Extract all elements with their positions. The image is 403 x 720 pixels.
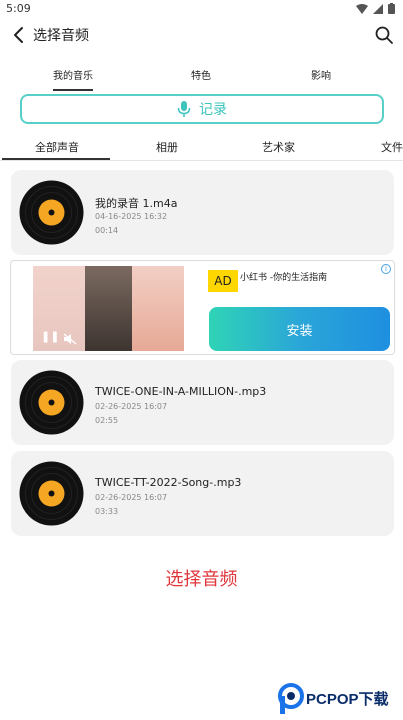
- battery-icon: [388, 3, 395, 14]
- tab-files[interactable]: 文件: [381, 139, 403, 155]
- install-button[interactable]: 安装: [209, 307, 390, 351]
- tab-all-sounds[interactable]: 全部声音: [35, 139, 79, 155]
- ad-image-panel: [132, 266, 184, 351]
- status-icons: [356, 3, 395, 14]
- tab-indicator: [53, 89, 93, 91]
- category-tab-bar: 全部声音 相册 艺术家 文件: [0, 133, 403, 161]
- watermark-text: PCPOP下载: [306, 691, 389, 708]
- tab-effects[interactable]: 影响: [311, 67, 331, 82]
- tab-my-music[interactable]: 我的音乐: [53, 67, 93, 82]
- vinyl-disc-icon: [19, 461, 84, 526]
- record-button[interactable]: 记录: [20, 94, 384, 124]
- ad-title: 小红书 -你的生活指南: [240, 273, 328, 283]
- ad-video[interactable]: ❚❚: [33, 266, 184, 351]
- tab-artists[interactable]: 艺术家: [262, 139, 295, 155]
- ad-image-panel: [85, 266, 132, 351]
- record-button-label: 记录: [199, 102, 227, 118]
- tab-albums[interactable]: 相册: [156, 139, 178, 155]
- audio-list-item[interactable]: 我的录音 1.m4a 04-16-2025 16:32 00:14: [11, 170, 394, 255]
- signal-icon: [373, 3, 383, 14]
- info-icon[interactable]: i: [381, 264, 391, 274]
- vinyl-disc-icon: [19, 370, 84, 435]
- pcpop-logo-icon: [278, 683, 304, 714]
- search-icon[interactable]: [374, 25, 394, 45]
- vinyl-disc-icon: [19, 180, 84, 245]
- audio-title: TWICE-TT-2022-Song-.mp3: [95, 476, 242, 489]
- app-bar: 选择音频: [0, 20, 403, 50]
- back-arrow-icon[interactable]: [10, 25, 28, 45]
- audio-date: 04-16-2025 16:32: [95, 212, 168, 221]
- category-tab-indicator: [2, 158, 110, 160]
- audio-title: 我的录音 1.m4a: [95, 197, 178, 210]
- mute-icon[interactable]: [63, 333, 77, 345]
- audio-title: TWICE-ONE-IN-A-MILLION-.mp3: [95, 385, 267, 398]
- audio-date: 02-26-2025 16:07: [95, 402, 168, 411]
- watermark: PCPOP下载: [278, 683, 403, 720]
- microphone-icon: [177, 101, 191, 117]
- page-title: 选择音频: [33, 28, 89, 44]
- audio-duration: 00:14: [95, 226, 119, 235]
- pause-icon[interactable]: ❚❚: [41, 330, 59, 343]
- wifi-icon: [356, 3, 368, 14]
- status-bar: 5:09: [0, 0, 403, 18]
- audio-list-item[interactable]: TWICE-TT-2022-Song-.mp3 02-26-2025 16:07…: [11, 451, 394, 536]
- tab-featured[interactable]: 特色: [191, 67, 211, 82]
- audio-list-item[interactable]: TWICE-ONE-IN-A-MILLION-.mp3 02-26-2025 1…: [11, 360, 394, 445]
- status-time: 5:09: [6, 2, 31, 15]
- audio-duration: 03:33: [95, 507, 119, 516]
- ad-badge: AD: [208, 270, 238, 292]
- ad-banner[interactable]: ❚❚ AD 小红书 -你的生活指南 i 安装: [10, 260, 395, 355]
- select-audio-button[interactable]: 选择音频: [0, 565, 403, 591]
- top-tab-bar: 我的音乐 特色 影响: [0, 60, 403, 92]
- audio-date: 02-26-2025 16:07: [95, 493, 168, 502]
- audio-duration: 02:55: [95, 416, 119, 425]
